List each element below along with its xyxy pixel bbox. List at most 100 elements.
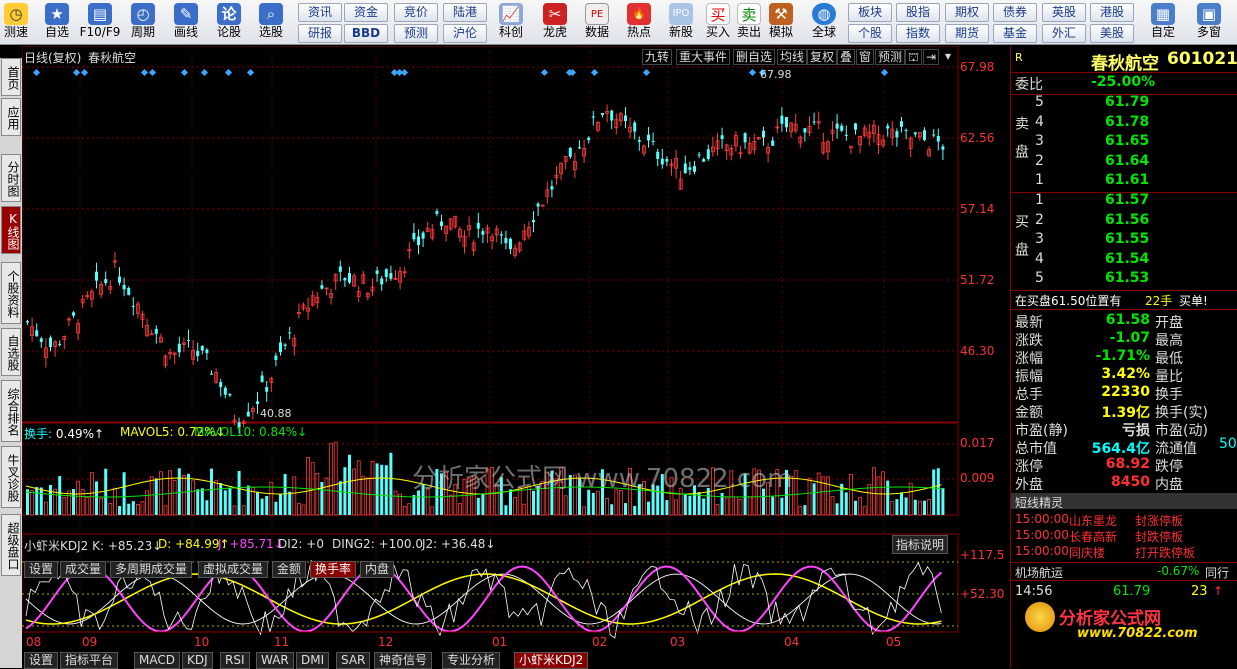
vol-tab-virtual[interactable]: 虚拟成交量	[198, 561, 269, 578]
sector-name[interactable]: 机场航运	[1015, 564, 1063, 581]
tab-watchlist[interactable]: 自选股	[1, 328, 21, 376]
futures-button[interactable]: 期货	[945, 24, 989, 43]
kdj-di2-label: DI2: +0	[278, 537, 324, 551]
bid-price[interactable]: 61.53	[1105, 270, 1149, 286]
tab-super-quote[interactable]: 超级盘口	[1, 514, 21, 576]
sector-peers[interactable]: 同行	[1205, 564, 1229, 581]
f10-button[interactable]: ▤ F10/F9	[78, 2, 122, 43]
speed-test-button[interactable]: ◷ 测速	[2, 2, 30, 43]
data-button[interactable]: PE 数据	[580, 2, 614, 43]
tab-kline[interactable]: K线图	[1, 206, 21, 254]
nine-turn-button[interactable]: 九转	[642, 49, 673, 65]
collapse-panel-icon[interactable]: ⇥	[923, 49, 940, 65]
uk-stocks-button[interactable]: 英股	[1042, 3, 1086, 22]
stock-picker-button[interactable]: ⌕ 选股	[254, 2, 288, 43]
research-button[interactable]: 研报	[298, 24, 342, 43]
elf-n[interactable]: 长春高新	[1069, 528, 1117, 545]
vol-tab-amount[interactable]: 金额	[272, 561, 307, 578]
buy-button[interactable]: 买买入	[704, 2, 732, 43]
bid-price[interactable]: 61.55	[1105, 231, 1149, 247]
vol-tab-volume[interactable]: 成交量	[60, 561, 107, 578]
auction-button[interactable]: 竞价	[394, 3, 438, 22]
bottom-tab-dmi[interactable]: DMI	[296, 652, 330, 669]
global-button[interactable]: ◍ 全球	[806, 2, 842, 43]
remove-watchlist-button[interactable]: 删自选	[733, 49, 776, 65]
tab-home[interactable]: 首页	[1, 58, 21, 96]
bottom-tab-kdj2[interactable]: 小虾米KDJ2	[514, 652, 589, 669]
bbd-button[interactable]: BBD	[344, 24, 388, 43]
adjust-button[interactable]: 复权	[807, 49, 838, 65]
favorites-button[interactable]: ★ 自选	[40, 2, 74, 43]
bottom-tab-kdj[interactable]: KDJ	[182, 652, 213, 669]
ask-price[interactable]: 61.65	[1105, 133, 1149, 149]
ask-price[interactable]: 61.61	[1105, 172, 1149, 188]
star-market-button[interactable]: 📈 科创	[494, 2, 528, 43]
tab-ranking[interactable]: 综合排名	[1, 380, 21, 442]
bid-level: 1	[1035, 192, 1044, 208]
candle-body	[895, 131, 899, 138]
candle-body	[72, 312, 75, 316]
fund-button[interactable]: 基金	[993, 24, 1037, 43]
us-stocks-button[interactable]: 美股	[1090, 24, 1134, 43]
stocks-button[interactable]: 个股	[848, 24, 892, 43]
forum-button[interactable]: 论论股	[214, 2, 244, 43]
ask-price[interactable]: 61.64	[1105, 153, 1149, 169]
tab-diagnosis[interactable]: 牛叉诊股	[1, 446, 21, 508]
elf-n[interactable]: 山东墨龙	[1069, 512, 1117, 529]
options-button[interactable]: 期权	[945, 3, 989, 22]
period-button[interactable]: ◴ 周期	[126, 2, 160, 43]
simulate-button[interactable]: ⚒ 模拟	[766, 2, 796, 43]
bottom-tab-signal[interactable]: 神奇信号	[374, 652, 433, 669]
forex-button[interactable]: 外汇	[1042, 24, 1086, 43]
multi-window-button[interactable]: ▣ 多窗	[1192, 2, 1226, 43]
stock-index-button[interactable]: 股指	[896, 3, 940, 22]
funds-button[interactable]: 资金	[344, 3, 388, 22]
vol-tab-settings[interactable]: 设置	[24, 561, 59, 578]
sector-button[interactable]: 板块	[848, 3, 892, 22]
tab-apps[interactable]: 应用	[1, 98, 21, 136]
vol-tab-multi-period[interactable]: 多周期成交量	[110, 561, 193, 578]
news-button[interactable]: 资讯	[298, 3, 342, 22]
volume-bar	[365, 477, 370, 516]
bid-price[interactable]: 61.57	[1105, 192, 1149, 208]
vol-tab-inner[interactable]: 内盘	[360, 561, 395, 578]
vol-tab-turnover[interactable]: 换手率	[310, 561, 357, 578]
stat-label-2: 最低	[1155, 351, 1183, 367]
ipo-button[interactable]: IPO 新股	[664, 2, 698, 43]
sell-button[interactable]: 卖卖出	[735, 2, 763, 43]
bottom-tab-macd[interactable]: MACD	[134, 652, 180, 669]
bottom-tab-sar[interactable]: SAR	[336, 652, 371, 669]
bid-price[interactable]: 61.56	[1105, 212, 1149, 228]
window-button[interactable]: 窗	[856, 49, 875, 65]
hk-connect-button[interactable]: 陆港	[443, 3, 487, 22]
bottom-tab-rsi[interactable]: RSI	[220, 652, 250, 669]
bonds-button[interactable]: 债券	[993, 3, 1037, 22]
index-button[interactable]: 指数	[896, 24, 940, 43]
forecast-button[interactable]: 预测	[394, 24, 438, 43]
ask-price[interactable]: 61.79	[1105, 94, 1149, 110]
volume-bar	[890, 501, 895, 516]
tab-stock-profile[interactable]: 个股资料	[1, 262, 21, 324]
ask-price[interactable]: 61.78	[1105, 114, 1149, 130]
elf-n[interactable]: 同庆楼	[1069, 544, 1105, 561]
bottom-tab-platform[interactable]: 指标平台	[60, 652, 119, 669]
ma-button[interactable]: 均线	[777, 49, 808, 65]
bid-price[interactable]: 61.54	[1105, 251, 1149, 267]
shanghai-london-button[interactable]: 沪伦	[443, 24, 487, 43]
predict-button[interactable]: 预测	[875, 49, 906, 65]
major-events-button[interactable]: 重大事件	[676, 49, 731, 65]
dragon-tiger-button[interactable]: ✂ 龙虎	[538, 2, 572, 43]
lock-icon[interactable]: ⛫	[905, 49, 923, 65]
indicator-help-button[interactable]: 指标说明	[892, 535, 949, 554]
tab-intraday[interactable]: 分时图	[1, 154, 21, 202]
bottom-tab-war[interactable]: WAR	[256, 652, 294, 669]
volume-bar	[356, 460, 361, 516]
dropdown-icon[interactable]: ▾	[943, 49, 954, 65]
hot-button[interactable]: 🔥 热点	[622, 2, 656, 43]
customize-button[interactable]: ▦ 自定	[1146, 2, 1180, 43]
draw-line-button[interactable]: ✎ 画线	[168, 2, 204, 43]
bottom-tab-analysis[interactable]: 专业分析	[442, 652, 501, 669]
overlay-button[interactable]: 叠	[837, 49, 856, 65]
bottom-tab-settings[interactable]: 设置	[24, 652, 59, 669]
hk-stocks-button[interactable]: 港股	[1090, 3, 1134, 22]
